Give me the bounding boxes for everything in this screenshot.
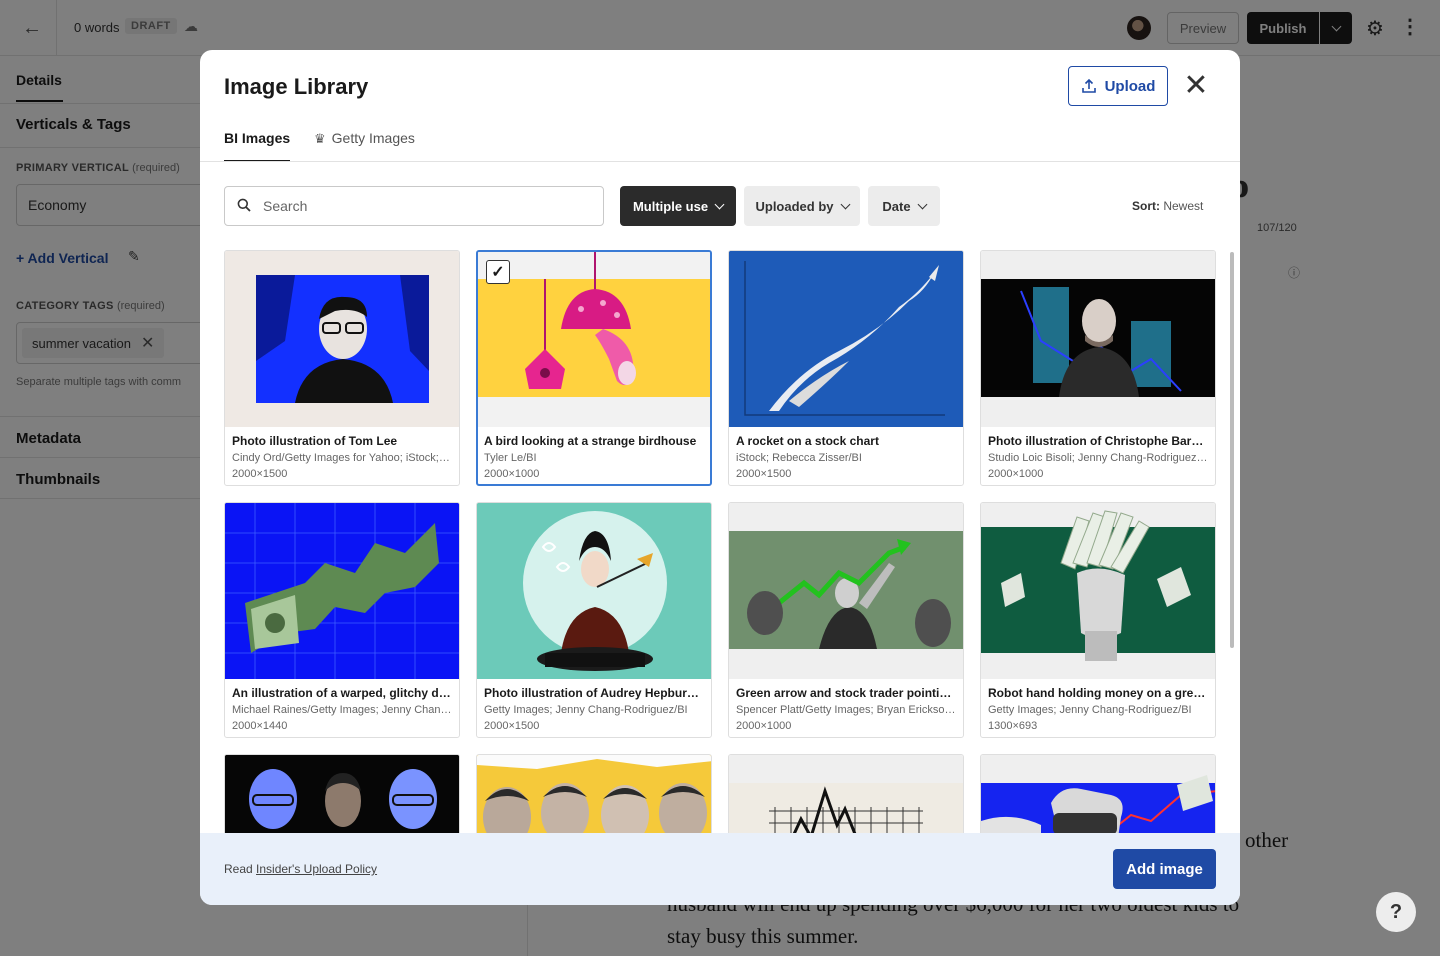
tab-getty-images[interactable]: ♛ Getty Images [314,130,415,162]
image-credit: Spencer Platt/Getty Images; Bryan Ericks… [736,704,956,716]
filter-date[interactable]: Date [868,186,940,226]
image-card[interactable]: Photo illustration of Tom Lee Cindy Ord/… [224,250,460,486]
upload-button[interactable]: Upload [1068,66,1168,106]
tech-ceos-icon [225,755,459,833]
robot-money-icon [981,503,1215,679]
upload-label: Upload [1104,77,1156,95]
mushroom-birdhouse-icon [478,252,710,427]
filter-label: Uploaded by [755,198,834,214]
image-card[interactable] [224,754,460,833]
image-grid: Photo illustration of Tom Lee Cindy Ord/… [200,250,1240,833]
image-dimensions: 2000×1500 [232,468,288,480]
selected-checkbox[interactable]: ✓ [486,260,510,284]
image-card[interactable] [980,754,1216,833]
image-card[interactable]: Green arrow and stock trader pointing up… [728,502,964,738]
upload-policy-notice: Read Insider's Upload Policy [224,862,377,876]
image-title: Robot hand holding money on a green back… [988,686,1208,700]
image-card[interactable]: Robot hand holding money on a green back… [980,502,1216,738]
image-library-modal: Image Library Upload ✕ BI Images ♛ Getty … [200,50,1240,905]
modal-title: Image Library [224,74,369,99]
image-credit: Getty Images; Jenny Chang-Rodriguez/BI [988,704,1192,716]
image-credit: Studio Loic Bisoli; Jenny Chang-Rodrigue… [988,452,1208,464]
search-box[interactable] [224,186,604,226]
chevron-down-icon [917,199,928,209]
image-card[interactable] [728,754,964,833]
four-men-icon [477,755,711,833]
sort-control[interactable]: Sort: Newest [1132,199,1203,213]
image-title: Green arrow and stock trader pointing up… [736,686,956,700]
image-dimensions: 2000×1500 [736,468,792,480]
image-title: A rocket on a stock chart [736,434,879,448]
image-credit: iStock; Rebecca Zisser/BI [736,452,862,464]
image-credit: Tyler Le/BI [484,452,537,464]
image-dimensions: 2000×1440 [232,720,288,732]
portrait-chart-icon [981,251,1215,427]
portrait-blue-icon [225,251,459,427]
grid-scrollbar[interactable] [1230,252,1234,648]
stock-trader-icon [729,503,963,679]
filter-uploaded-by[interactable]: Uploaded by [744,186,860,226]
add-image-button[interactable]: Add image [1113,849,1216,889]
close-icon[interactable]: ✕ [1182,71,1210,101]
hand-money-icon [981,755,1215,833]
footer-prefix: Read [224,862,253,876]
upload-policy-link[interactable]: Insider's Upload Policy [256,862,377,876]
tabs-divider [200,161,1240,162]
image-card[interactable]: An illustration of a warped, glitchy dol… [224,502,460,738]
filter-label: Multiple use [632,198,709,214]
crown-icon: ♛ [314,131,326,146]
image-title: Photo illustration of Audrey Hepburn in … [484,686,704,700]
image-dimensions: 1300×693 [988,720,1038,732]
rocket-icon [729,251,963,427]
sort-label: Sort: [1132,199,1160,213]
image-credit: Getty Images; Jenny Chang-Rodriguez/BI [484,704,688,716]
image-card[interactable]: Photo illustration of Audrey Hepburn in … [476,502,712,738]
filter-multiple-use[interactable]: Multiple use [620,186,736,226]
chevron-down-icon [840,199,850,209]
modal-footer: Read Insider's Upload Policy Add image [200,833,1240,905]
image-dimensions: 2000×1000 [484,468,540,480]
image-card[interactable]: A rocket on a stock chart iStock; Rebecc… [728,250,964,486]
image-card[interactable]: Photo illustration of Christophe Barraud… [980,250,1216,486]
image-title: Photo illustration of Christophe Barraud [988,434,1208,448]
upload-icon [1081,78,1096,93]
help-button[interactable]: ? [1376,892,1416,932]
image-card[interactable] [476,754,712,833]
image-credit: Cindy Ord/Getty Images for Yahoo; iStock… [232,452,452,464]
image-title: An illustration of a warped, glitchy dol… [232,686,452,700]
image-dimensions: 2000×1000 [988,468,1044,480]
chevron-down-icon [714,199,725,209]
image-dimensions: 2000×1500 [484,720,540,732]
tab-getty-label: Getty Images [331,130,415,146]
image-title: Photo illustration of Tom Lee [232,434,398,448]
search-icon [237,198,251,215]
filter-label: Date [882,198,911,214]
image-dimensions: 2000×1000 [736,720,792,732]
line-chart-icon [729,755,963,833]
image-title: A bird looking at a strange birdhouse [484,434,697,448]
tab-bi-images[interactable]: BI Images [224,130,290,162]
snow-globe-icon [477,503,711,679]
image-card[interactable]: ✓ A bird looking at a strange birdhouse … [476,250,712,486]
sort-value: Newest [1163,199,1204,213]
image-credit: Michael Raines/Getty Images; Jenny Chang… [232,704,452,716]
search-input[interactable] [263,198,583,214]
warped-dollar-icon [225,503,459,679]
